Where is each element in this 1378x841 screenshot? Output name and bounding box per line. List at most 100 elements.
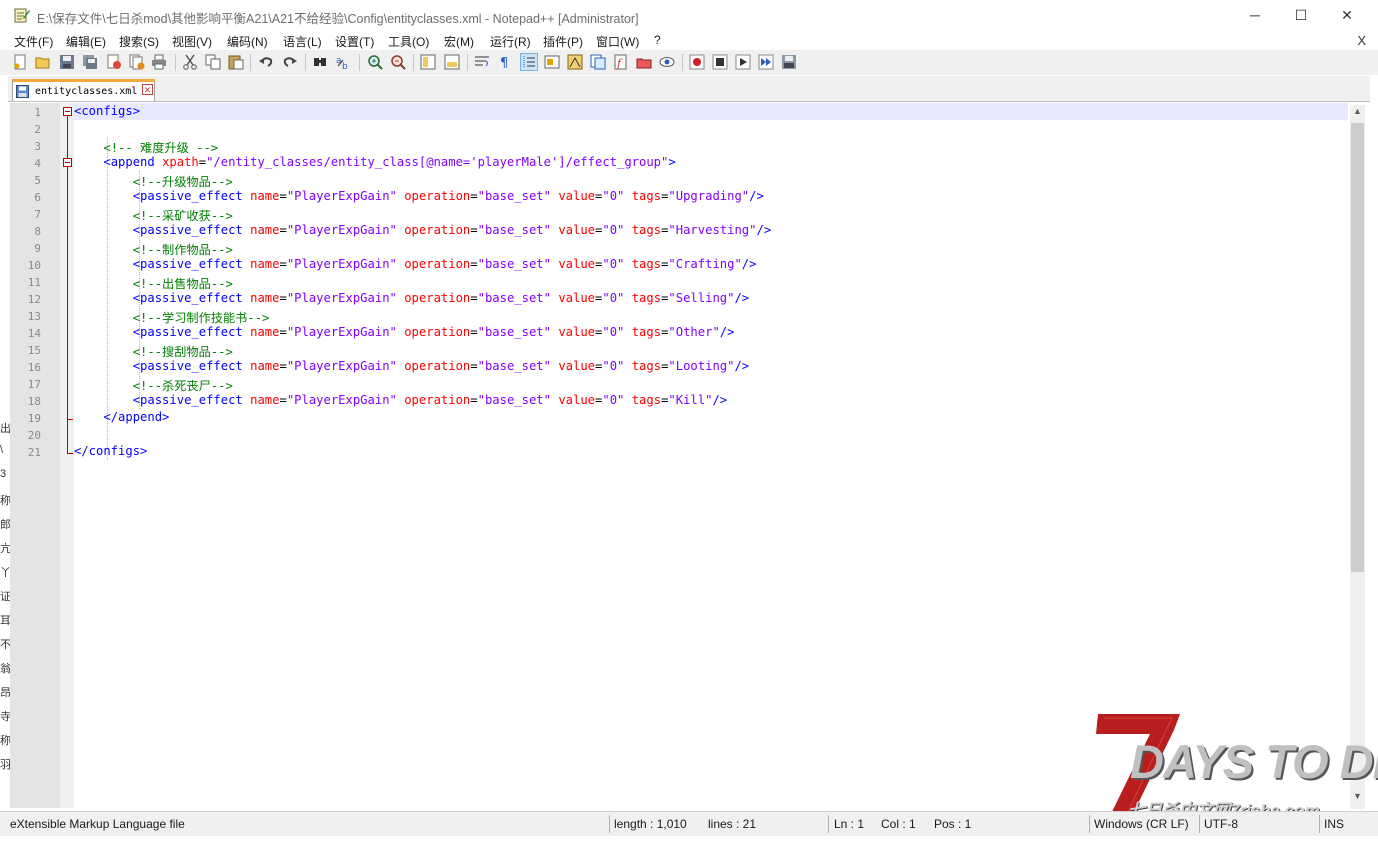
line-number: 17	[27, 378, 41, 391]
background-window-edge: 出 \ 3 称 郎 亢 丫 证 耳 不 翁 昂 寺 称 羽	[0, 400, 11, 780]
save-macro-icon[interactable]	[781, 54, 797, 70]
folder-workspace-icon[interactable]: f	[613, 54, 629, 70]
close-window-button[interactable]: ✕	[1324, 0, 1370, 30]
code-token: =	[279, 393, 287, 407]
menu-encoding[interactable]: 编码(N)	[227, 33, 268, 50]
indent-guide-icon[interactable]	[520, 53, 538, 71]
status-encoding[interactable]: UTF-8	[1204, 817, 1238, 831]
code-line: <append xpath="/entity_classes/entity_cl…	[74, 155, 675, 169]
line-number: 14	[27, 327, 41, 340]
code-token: <passive_effect	[132, 359, 251, 373]
fold-end-marker	[67, 419, 73, 420]
menu-plugins[interactable]: 插件(P)	[543, 33, 583, 50]
sync-horizontal-icon[interactable]	[444, 54, 460, 70]
code-token: =	[279, 189, 287, 203]
close-all-icon[interactable]	[129, 54, 145, 70]
close-document-button[interactable]: X	[1357, 33, 1366, 48]
code-token: />	[712, 393, 728, 407]
close-icon[interactable]	[106, 54, 122, 70]
doc-list-icon[interactable]	[636, 54, 652, 70]
show-all-chars-icon[interactable]: ¶	[497, 54, 513, 70]
menu-run[interactable]: 运行(R)	[490, 33, 531, 50]
print-icon[interactable]	[151, 54, 167, 70]
stop-macro-icon[interactable]	[712, 54, 728, 70]
scroll-up-icon[interactable]: ▲	[1350, 106, 1365, 122]
run-macro-multiple-icon[interactable]	[758, 54, 774, 70]
scrollbar-thumb[interactable]	[1351, 123, 1364, 572]
line-number: 12	[27, 293, 41, 306]
menu-macro[interactable]: 宏(M)	[444, 33, 474, 50]
code-token: =	[279, 359, 287, 373]
tab-close-icon[interactable]: ✕	[142, 84, 153, 95]
redo-icon[interactable]	[282, 54, 298, 70]
code-token: "0"	[602, 393, 625, 407]
function-list-icon[interactable]	[590, 54, 606, 70]
paste-icon[interactable]	[228, 54, 244, 70]
current-line-highlight	[74, 103, 1348, 120]
save-all-icon[interactable]	[82, 54, 98, 70]
line-number: 7	[34, 208, 41, 221]
tab-entityclasses[interactable]: entityclasses.xml ✕	[12, 79, 155, 101]
menu-help[interactable]: ?	[654, 33, 661, 47]
code-token: value	[558, 325, 596, 339]
fold-toggle-icon[interactable]	[63, 158, 72, 167]
find-icon[interactable]	[312, 54, 328, 70]
code-token: "Selling"	[668, 291, 735, 305]
replace-icon[interactable]: ab	[335, 54, 351, 70]
menu-window[interactable]: 窗口(W)	[596, 33, 639, 50]
menu-file[interactable]: 文件(F)	[14, 33, 53, 50]
window-title: E:\保存文件\七日杀mod\其他影响平衡A21\A21不给经验\Config\…	[37, 12, 639, 26]
code-line: <!--搜刮物品-->	[74, 342, 233, 360]
sync-vertical-icon[interactable]	[420, 54, 436, 70]
minimize-button[interactable]: ─	[1232, 0, 1278, 30]
user-lang-icon[interactable]	[544, 54, 560, 70]
play-macro-icon[interactable]	[735, 54, 751, 70]
word-wrap-icon[interactable]	[474, 54, 490, 70]
new-file-icon[interactable]	[12, 54, 28, 70]
tab-label: entityclasses.xml	[35, 86, 138, 97]
code-token: <passive_effect	[132, 325, 251, 339]
save-icon[interactable]	[59, 54, 75, 70]
edge-char: \	[0, 444, 4, 456]
code-line: <passive_effect name="PlayerExpGain" ope…	[74, 359, 749, 373]
edge-char: 3	[0, 468, 7, 480]
code-token: <!--制作物品-->	[132, 243, 233, 257]
menu-settings[interactable]: 设置(T)	[335, 33, 374, 50]
menu-edit[interactable]: 编辑(E)	[66, 33, 106, 50]
fold-line	[67, 167, 68, 454]
fold-toggle-icon[interactable]	[63, 107, 72, 116]
status-file-type: eXtensible Markup Language file	[10, 817, 185, 831]
open-file-icon[interactable]	[35, 54, 51, 70]
code-token: =	[470, 393, 478, 407]
code-token: operation	[404, 257, 471, 271]
record-macro-icon[interactable]	[689, 54, 705, 70]
menu-tools[interactable]: 工具(O)	[388, 33, 429, 50]
menu-view[interactable]: 视图(V)	[172, 33, 212, 50]
status-lines: lines : 21	[708, 817, 757, 831]
undo-icon[interactable]	[258, 54, 274, 70]
menu-language[interactable]: 语言(L)	[283, 33, 322, 50]
zoom-in-icon[interactable]	[367, 54, 383, 70]
code-token: "PlayerExpGain"	[286, 223, 397, 237]
status-eol[interactable]: Windows (CR LF)	[1094, 817, 1189, 831]
doc-map-icon[interactable]	[567, 54, 583, 70]
maximize-button[interactable]: ☐	[1278, 0, 1324, 30]
cut-icon[interactable]	[182, 54, 198, 70]
code-line: <!--杀死丧尸-->	[74, 376, 233, 394]
status-insert-mode[interactable]: INS	[1324, 817, 1344, 831]
zoom-out-icon[interactable]	[390, 54, 406, 70]
monitor-icon[interactable]	[659, 54, 675, 70]
code-token: <!--搜刮物品-->	[132, 345, 233, 359]
code-line: <passive_effect name="PlayerExpGain" ope…	[74, 223, 771, 237]
menu-search[interactable]: 搜索(S)	[119, 33, 159, 50]
code-token: </append>	[103, 410, 170, 424]
code-token: operation	[404, 393, 471, 407]
code-editor[interactable]: 1 <configs> 2 3 <!-- 难度升级 --> 4 <append xpat…	[10, 103, 1348, 808]
code-token: "Kill"	[668, 393, 713, 407]
copy-icon[interactable]	[205, 54, 221, 70]
fold-end-marker	[67, 453, 73, 454]
code-line: <passive_effect name="PlayerExpGain" ope…	[74, 189, 764, 203]
